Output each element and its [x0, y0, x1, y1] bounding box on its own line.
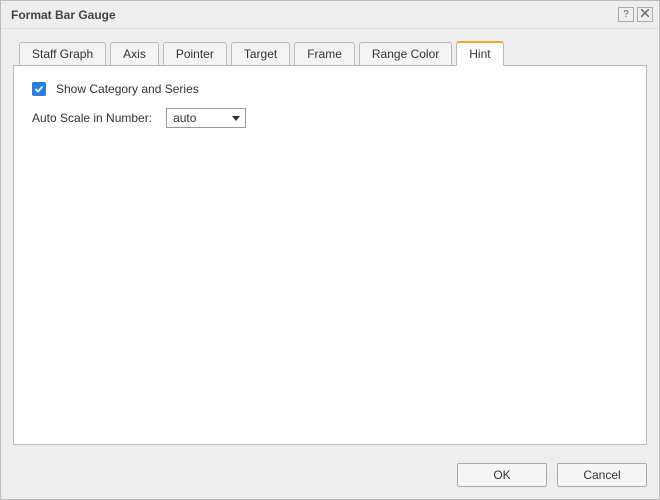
auto-scale-label: Auto Scale in Number: [32, 111, 152, 125]
dialog-footer: OK Cancel [1, 453, 659, 499]
tab-axis[interactable]: Axis [110, 42, 159, 65]
help-button[interactable]: ? [618, 7, 634, 22]
auto-scale-value: auto [173, 111, 196, 125]
dialog-title: Format Bar Gauge [11, 8, 615, 22]
tabstrip: Staff Graph Axis Pointer Target Frame Ra… [13, 41, 647, 65]
dialog-body: Staff Graph Axis Pointer Target Frame Ra… [1, 29, 659, 453]
tab-hint[interactable]: Hint [456, 41, 503, 66]
tab-pointer[interactable]: Pointer [163, 42, 227, 65]
show-category-series-label: Show Category and Series [56, 82, 199, 96]
tab-staff-graph[interactable]: Staff Graph [19, 42, 106, 65]
cancel-button[interactable]: Cancel [557, 463, 647, 487]
auto-scale-row: Auto Scale in Number: auto [32, 108, 628, 128]
titlebar: Format Bar Gauge ? [1, 1, 659, 29]
tab-target[interactable]: Target [231, 42, 290, 65]
help-icon: ? [623, 10, 629, 20]
tab-range-color[interactable]: Range Color [359, 42, 452, 65]
ok-button[interactable]: OK [457, 463, 547, 487]
tab-frame[interactable]: Frame [294, 42, 355, 65]
check-icon [34, 84, 44, 94]
close-icon [641, 9, 649, 20]
format-bar-gauge-dialog: Format Bar Gauge ? Staff Graph Axis Poin… [0, 0, 660, 500]
show-category-series-checkbox[interactable] [32, 82, 46, 96]
show-category-series-row: Show Category and Series [32, 82, 628, 96]
close-button[interactable] [637, 7, 653, 22]
auto-scale-select[interactable]: auto [166, 108, 246, 128]
hint-tabpanel: Show Category and Series Auto Scale in N… [13, 65, 647, 445]
